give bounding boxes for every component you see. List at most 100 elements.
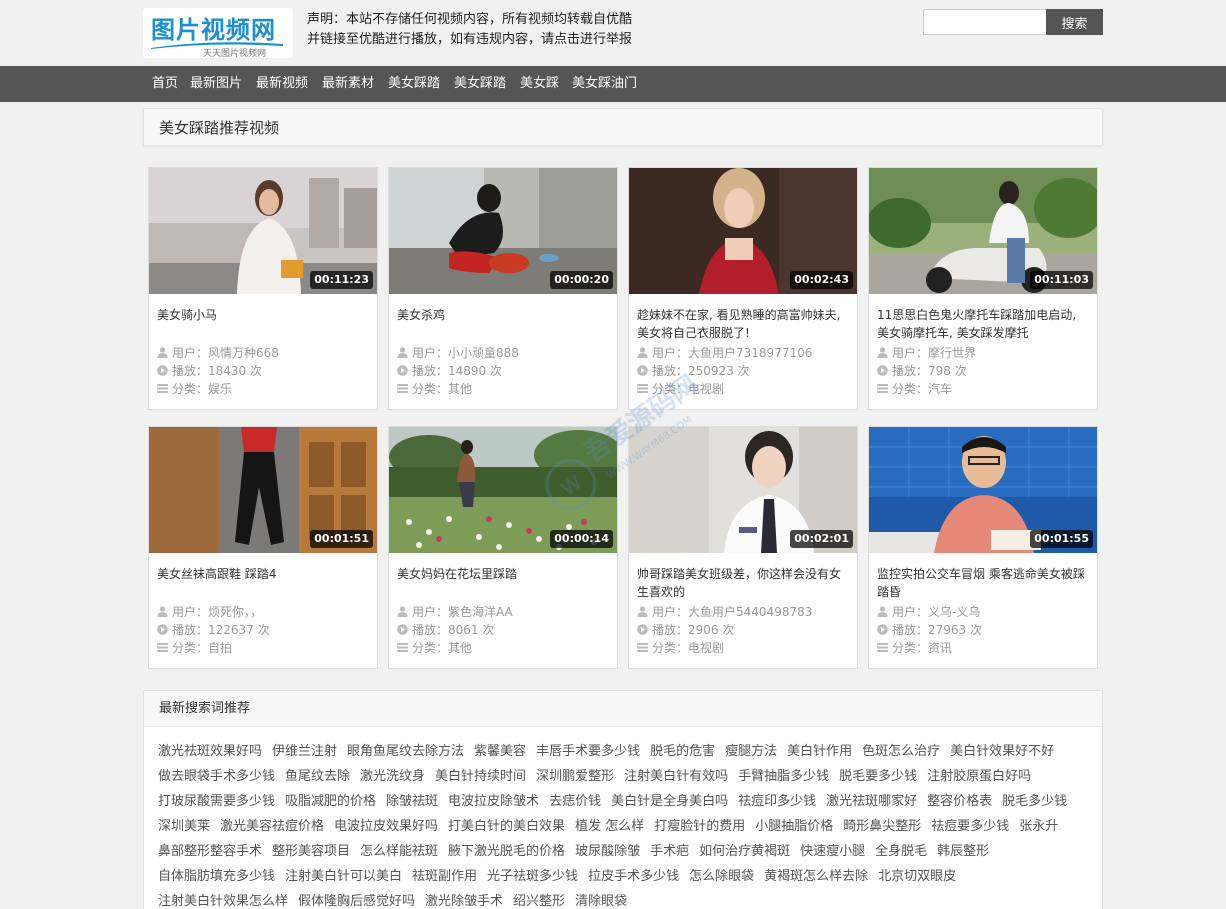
- video-title[interactable]: 帅哥踩踏美女班级差，你这样会没有女生喜欢的: [637, 565, 849, 603]
- keyword-link[interactable]: 腋下激光脱毛的价格: [448, 839, 565, 864]
- keyword-link[interactable]: 丰唇手术要多少钱: [536, 739, 640, 764]
- keyword-link[interactable]: 张永升: [1019, 814, 1058, 839]
- video-card[interactable]: 00:01:51 美女丝袜高跟鞋 踩踏4 用户：烦死你，， 播放：122637 …: [148, 426, 378, 669]
- search-input[interactable]: [923, 9, 1047, 35]
- search-button[interactable]: 搜索: [1046, 9, 1103, 35]
- video-thumbnail[interactable]: 00:01:55: [869, 427, 1097, 553]
- keyword-link[interactable]: 祛斑副作用: [412, 864, 477, 889]
- keyword-link[interactable]: 除皱祛斑: [386, 789, 438, 814]
- keyword-link[interactable]: 整形美容项目: [272, 839, 350, 864]
- keyword-link[interactable]: 做去眼袋手术多少钱: [158, 764, 275, 789]
- keyword-link[interactable]: 自体脂肪填充多少钱: [158, 864, 275, 889]
- keyword-link[interactable]: 深圳鹏爱整形: [536, 764, 614, 789]
- keyword-link[interactable]: 打美白针的美白效果: [448, 814, 565, 839]
- keyword-link[interactable]: 美白针效果好不好: [950, 739, 1054, 764]
- keyword-link[interactable]: 小腿抽脂价格: [755, 814, 833, 839]
- nav-item-latest-videos[interactable]: 最新视频: [256, 66, 308, 102]
- keyword-link[interactable]: 注射美白针有效吗: [624, 764, 728, 789]
- keyword-link[interactable]: 激光祛斑效果好吗: [158, 739, 262, 764]
- keyword-link[interactable]: 眼角鱼尾纹去除方法: [347, 739, 464, 764]
- keyword-link[interactable]: 打玻尿酸需要多少钱: [158, 789, 275, 814]
- keyword-link[interactable]: 快速瘦小腿: [800, 839, 865, 864]
- video-title[interactable]: 美女妈妈在花坛里踩踏: [397, 565, 609, 603]
- site-logo[interactable]: 图片视频网 天天图片视频网: [143, 8, 293, 59]
- disclaimer-notice[interactable]: 声明：本站不存储任何视频内容，所有视频均转载自优酷 并链接至优酷进行播放，如有违…: [307, 10, 667, 50]
- keyword-link[interactable]: 打瘦脸针的费用: [654, 814, 745, 839]
- keyword-link[interactable]: 北京切双眼皮: [878, 864, 956, 889]
- keyword-link[interactable]: 色斑怎么治疗: [862, 739, 940, 764]
- video-card[interactable]: 00:11:03 11思思白色鬼火摩托车踩踏加电启动, 美女骑摩托车, 美女踩发…: [868, 167, 1098, 410]
- keyword-link[interactable]: 手臂抽脂多少钱: [738, 764, 829, 789]
- keyword-link[interactable]: 美白针是全身美白吗: [611, 789, 728, 814]
- keyword-link[interactable]: 伊维兰注射: [272, 739, 337, 764]
- video-title[interactable]: 监控实拍公交车冒烟 乘客逃命美女被踩踏昏: [877, 565, 1089, 603]
- video-card[interactable]: 00:02:43 趁妹妹不在家, 看见熟睡的高富帅妹夫, 美女将自己衣服脱了! …: [628, 167, 858, 410]
- video-thumbnail[interactable]: 00:02:01: [629, 427, 857, 553]
- keyword-link[interactable]: 如何治疗黄褐斑: [699, 839, 790, 864]
- keyword-link[interactable]: 紫馨美容: [474, 739, 526, 764]
- keyword-link[interactable]: 美白针持续时间: [435, 764, 526, 789]
- keyword-link[interactable]: 脱毛多少钱: [1002, 789, 1067, 814]
- keyword-link[interactable]: 注射胶原蛋白好吗: [927, 764, 1031, 789]
- video-thumbnail[interactable]: 00:00:14: [389, 427, 617, 553]
- keyword-link[interactable]: 注射美白针效果怎么样: [158, 889, 288, 909]
- video-card[interactable]: 00:02:01 帅哥踩踏美女班级差，你这样会没有女生喜欢的 用户：大鱼用户54…: [628, 426, 858, 669]
- keyword-link[interactable]: 激光除皱手术: [425, 889, 503, 909]
- keyword-link[interactable]: 深圳美莱: [158, 814, 210, 839]
- nav-item-tag-3[interactable]: 美女踩: [520, 66, 559, 102]
- nav-item-home[interactable]: 首页: [152, 66, 178, 102]
- video-card[interactable]: 00:01:55 监控实拍公交车冒烟 乘客逃命美女被踩踏昏 用户：义乌-义乌 播…: [868, 426, 1098, 669]
- video-title[interactable]: 11思思白色鬼火摩托车踩踏加电启动, 美女骑摩托车, 美女踩发摩托: [877, 306, 1089, 344]
- keyword-link[interactable]: 黄褐斑怎么样去除: [764, 864, 868, 889]
- keyword-link[interactable]: 祛痘印多少钱: [738, 789, 816, 814]
- keyword-link[interactable]: 激光洗纹身: [360, 764, 425, 789]
- keyword-link[interactable]: 鱼尾纹去除: [285, 764, 350, 789]
- nav-item-tag-2[interactable]: 美女踩踏: [454, 66, 506, 102]
- keyword-link[interactable]: 手术疤: [650, 839, 689, 864]
- keyword-link[interactable]: 光子祛斑多少钱: [487, 864, 578, 889]
- keyword-link[interactable]: 脱毛的危害: [650, 739, 715, 764]
- nav-item-latest-images[interactable]: 最新图片: [190, 66, 242, 102]
- video-title[interactable]: 美女丝袜高跟鞋 踩踏4: [157, 565, 369, 603]
- video-card[interactable]: 00:00:14 美女妈妈在花坛里踩踏 用户：紫色海洋AA 播放：8061 次 …: [388, 426, 618, 669]
- keyword-link[interactable]: 清除眼袋: [575, 889, 627, 909]
- user-icon: [637, 606, 648, 617]
- keyword-link[interactable]: 鼻部整形整容手术: [158, 839, 262, 864]
- keyword-link[interactable]: 绍兴整形: [513, 889, 565, 909]
- video-title[interactable]: 趁妹妹不在家, 看见熟睡的高富帅妹夫, 美女将自己衣服脱了!: [637, 306, 849, 344]
- keyword-link[interactable]: 脱毛要多少钱: [839, 764, 917, 789]
- keyword-link[interactable]: 韩辰整形: [937, 839, 989, 864]
- keyword-link[interactable]: 美白针作用: [787, 739, 852, 764]
- keyword-link[interactable]: 植发 怎么样: [575, 814, 644, 839]
- video-title[interactable]: 美女骑小马: [157, 306, 369, 344]
- video-card[interactable]: 00:00:20 美女杀鸡 用户：小小顽童888 播放：14890 次 分类：其…: [388, 167, 618, 410]
- keyword-link[interactable]: 激光祛斑哪家好: [826, 789, 917, 814]
- video-thumbnail[interactable]: 00:02:43: [629, 168, 857, 294]
- header: 图片视频网 天天图片视频网 声明：本站不存储任何视频内容，所有视频均转载自优酷 …: [0, 0, 1226, 66]
- nav-item-tag-4[interactable]: 美女踩油门: [572, 66, 637, 102]
- keyword-link[interactable]: 假体隆胸后感觉好吗: [298, 889, 415, 909]
- video-thumbnail[interactable]: 00:00:20: [389, 168, 617, 294]
- keyword-link[interactable]: 电波拉皮除皱术: [448, 789, 539, 814]
- keyword-link[interactable]: 电波拉皮效果好吗: [334, 814, 438, 839]
- video-thumbnail[interactable]: 00:11:03: [869, 168, 1097, 294]
- keyword-link[interactable]: 全身脱毛: [875, 839, 927, 864]
- keyword-link[interactable]: 激光美容祛痘价格: [220, 814, 324, 839]
- video-thumbnail[interactable]: 00:01:51: [149, 427, 377, 553]
- keyword-link[interactable]: 怎么除眼袋: [689, 864, 754, 889]
- video-title[interactable]: 美女杀鸡: [397, 306, 609, 344]
- keyword-link[interactable]: 注射美白针可以美白: [285, 864, 402, 889]
- video-thumbnail[interactable]: 00:11:23: [149, 168, 377, 294]
- nav-item-tag-1[interactable]: 美女踩踏: [388, 66, 440, 102]
- keyword-link[interactable]: 整容价格表: [927, 789, 992, 814]
- keyword-link[interactable]: 去痣价钱: [549, 789, 601, 814]
- video-card[interactable]: 00:11:23 美女骑小马 用户：风情万种668 播放：18430 次 分类：…: [148, 167, 378, 410]
- keyword-link[interactable]: 吸脂减肥的价格: [285, 789, 376, 814]
- nav-item-latest-materials[interactable]: 最新素材: [322, 66, 374, 102]
- keyword-link[interactable]: 祛痘要多少钱: [931, 814, 1009, 839]
- keyword-link[interactable]: 拉皮手术多少钱: [588, 864, 679, 889]
- keyword-link[interactable]: 畸形鼻尖整形: [843, 814, 921, 839]
- keyword-link[interactable]: 玻尿酸除皱: [575, 839, 640, 864]
- keyword-link[interactable]: 瘦腿方法: [725, 739, 777, 764]
- keyword-link[interactable]: 怎么样能祛斑: [360, 839, 438, 864]
